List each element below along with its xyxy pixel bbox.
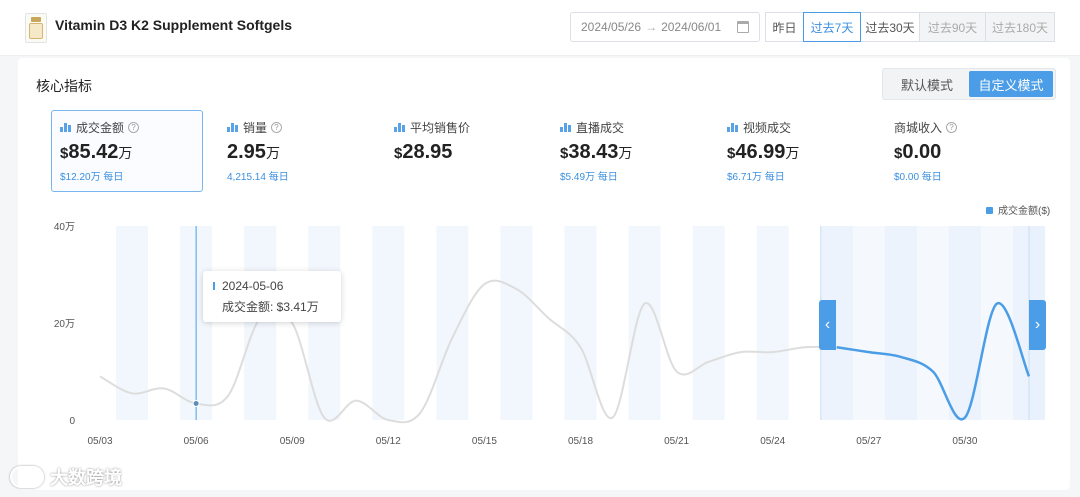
- date-end: 2024/06/01: [661, 20, 722, 34]
- tooltip-date: 2024-05-06: [222, 279, 284, 293]
- day-band: [116, 226, 149, 420]
- range-yesterday-button[interactable]: 昨日: [765, 12, 804, 42]
- arrow-right-icon: →: [645, 20, 658, 34]
- selected-region: [820, 226, 1029, 420]
- tooltip-point: [192, 399, 200, 407]
- bar-chart-icon: [60, 122, 71, 132]
- day-band: [436, 226, 469, 420]
- y-tick-label: 20万: [54, 319, 75, 330]
- metric-card-sales[interactable]: 销量? 2.95万 4,215.14 每日: [218, 110, 370, 192]
- section-title: 核心指标: [36, 78, 92, 94]
- calendar-icon: [737, 21, 749, 33]
- metric-daily: 4,215.14 每日: [227, 172, 289, 183]
- default-mode-button[interactable]: 默认模式: [885, 71, 969, 97]
- metric-value: $0.00: [894, 141, 942, 163]
- legend-swatch: [986, 207, 993, 214]
- chart-tooltip: 2024-05-06 成交金额: $3.41万: [203, 271, 341, 322]
- x-tick-label: 05/03: [87, 436, 112, 447]
- day-band: [244, 226, 277, 420]
- metric-value: 2.95万: [227, 141, 280, 163]
- day-band: [692, 226, 725, 420]
- x-tick-label: 05/24: [760, 436, 785, 447]
- metric-card-live[interactable]: 直播成交 $38.43万 $5.49万 每日: [551, 110, 703, 192]
- core-metrics-panel: 核心指标 默认模式 自定义模式 成交金额? $85.42万 $12.20万 每日…: [18, 58, 1070, 490]
- tooltip-value: 成交金额: $3.41万: [222, 300, 319, 314]
- x-tick-label: 05/06: [184, 436, 209, 447]
- range-30d-button[interactable]: 过去30天: [860, 12, 920, 42]
- metric-label: 直播成交: [576, 120, 625, 135]
- metric-label: 商城收入: [894, 120, 943, 135]
- range-button-group: 昨日 过去7天 过去30天 过去90天 过去180天: [765, 12, 1055, 42]
- chevron-right-icon[interactable]: ›: [1029, 300, 1046, 350]
- metric-daily: $0.00 每日: [894, 172, 942, 183]
- x-tick-label: 05/09: [280, 436, 305, 447]
- metric-label: 销量: [243, 120, 268, 135]
- help-icon[interactable]: ?: [128, 121, 140, 133]
- day-band: [372, 226, 405, 420]
- y-tick-label: 40万: [54, 222, 75, 233]
- day-band: [500, 226, 533, 420]
- date-start: 2024/05/26: [581, 20, 642, 34]
- x-tick-label: 05/21: [664, 436, 689, 447]
- metric-label: 视频成交: [743, 120, 792, 135]
- metric-label: 成交金额: [76, 120, 125, 135]
- bar-chart-icon: [394, 122, 405, 132]
- metric-card-mall[interactable]: 商城收入? $0.00 $0.00 每日: [885, 110, 1037, 192]
- bar-chart-icon: [560, 122, 571, 132]
- metric-label: 平均销售价: [410, 120, 471, 135]
- metric-card-gmv[interactable]: 成交金额? $85.42万 $12.20万 每日: [51, 110, 203, 192]
- y-tick-label: 0: [69, 416, 75, 427]
- x-tick-label: 05/12: [376, 436, 401, 447]
- trend-chart-svg[interactable]: 0 20万 40万 05/03 05/06 05/09 05/12 05/15 05/18 05/…: [18, 198, 1070, 488]
- day-band: [756, 226, 789, 420]
- metric-daily: $6.71万 每日: [727, 172, 785, 183]
- custom-mode-button[interactable]: 自定义模式: [969, 71, 1053, 97]
- help-icon[interactable]: ?: [946, 121, 958, 133]
- x-tick-label: 05/18: [568, 436, 593, 447]
- chevron-left-icon[interactable]: ‹: [819, 300, 836, 350]
- product-title: Vitamin D3 K2 Supplement Softgels: [55, 17, 293, 33]
- range-180d-button[interactable]: 过去180天: [985, 12, 1055, 42]
- product-thumbnail[interactable]: [25, 13, 47, 43]
- trend-chart[interactable]: 0 20万 40万 05/03 05/06 05/09 05/12 05/15 05/18 05/…: [18, 198, 1070, 488]
- watermark: 大数跨境: [10, 464, 122, 490]
- metric-daily: $12.20万 每日: [60, 172, 124, 183]
- metric-value: $46.99万: [727, 141, 800, 163]
- metric-value: $85.42万: [60, 141, 133, 163]
- mode-toggle: 默认模式 自定义模式: [882, 68, 1056, 100]
- metric-card-avg-price[interactable]: 平均销售价 $28.95: [385, 110, 537, 192]
- x-tick-label: 05/15: [472, 436, 497, 447]
- help-icon[interactable]: ?: [271, 121, 283, 133]
- bar-chart-icon: [227, 122, 238, 132]
- top-bar: Vitamin D3 K2 Supplement Softgels 2024/0…: [0, 0, 1080, 56]
- x-tick-label: 05/30: [952, 436, 977, 447]
- day-band: [564, 226, 597, 420]
- metric-value: $28.95: [394, 141, 453, 163]
- watermark-logo-icon: [10, 466, 44, 488]
- x-tick-label: 05/27: [856, 436, 881, 447]
- legend-label: 成交金额($): [998, 204, 1050, 217]
- metric-value: $38.43万: [560, 141, 633, 163]
- date-range-picker[interactable]: 2024/05/26 → 2024/06/01: [570, 12, 760, 42]
- bar-chart-icon: [727, 122, 738, 132]
- day-band: [628, 226, 661, 420]
- range-90d-button[interactable]: 过去90天: [919, 12, 986, 42]
- range-7d-button[interactable]: 过去7天: [803, 12, 861, 42]
- metric-daily: $5.49万 每日: [560, 172, 618, 183]
- metric-card-video[interactable]: 视频成交 $46.99万 $6.71万 每日: [718, 110, 870, 192]
